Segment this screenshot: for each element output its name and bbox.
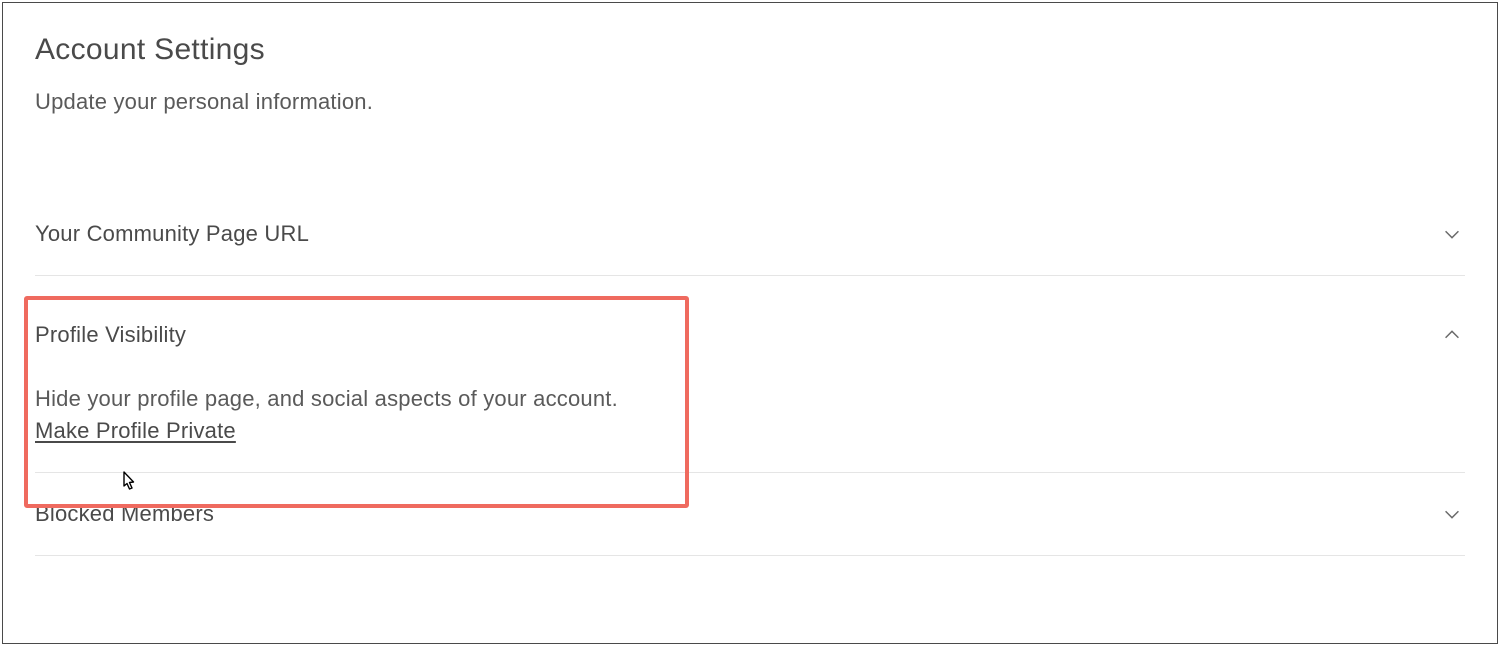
- chevron-down-icon: [1441, 223, 1463, 245]
- accordion-header-blocked-members[interactable]: Blocked Members: [35, 473, 1465, 555]
- accordion-title: Profile Visibility: [35, 322, 186, 348]
- accordion-title: Your Community Page URL: [35, 221, 309, 247]
- accordion-title: Blocked Members: [35, 501, 214, 527]
- accordion-section-community-url: Your Community Page URL: [35, 193, 1465, 276]
- chevron-down-icon: [1441, 503, 1463, 525]
- make-profile-private-link[interactable]: Make Profile Private: [35, 418, 236, 444]
- page-subtitle: Update your personal information.: [35, 89, 1465, 115]
- accordion-header-profile-visibility[interactable]: Profile Visibility: [35, 294, 1465, 386]
- chevron-up-icon: [1441, 324, 1463, 346]
- profile-visibility-description: Hide your profile page, and social aspec…: [35, 386, 1465, 412]
- accordion-section-blocked-members: Blocked Members: [35, 473, 1465, 556]
- settings-panel: Account Settings Update your personal in…: [2, 2, 1498, 644]
- accordion-header-community-url[interactable]: Your Community Page URL: [35, 193, 1465, 275]
- accordion-body-profile-visibility: Hide your profile page, and social aspec…: [35, 386, 1465, 472]
- accordion-section-profile-visibility: Profile Visibility Hide your profile pag…: [35, 276, 1465, 473]
- page-title: Account Settings: [35, 33, 1465, 67]
